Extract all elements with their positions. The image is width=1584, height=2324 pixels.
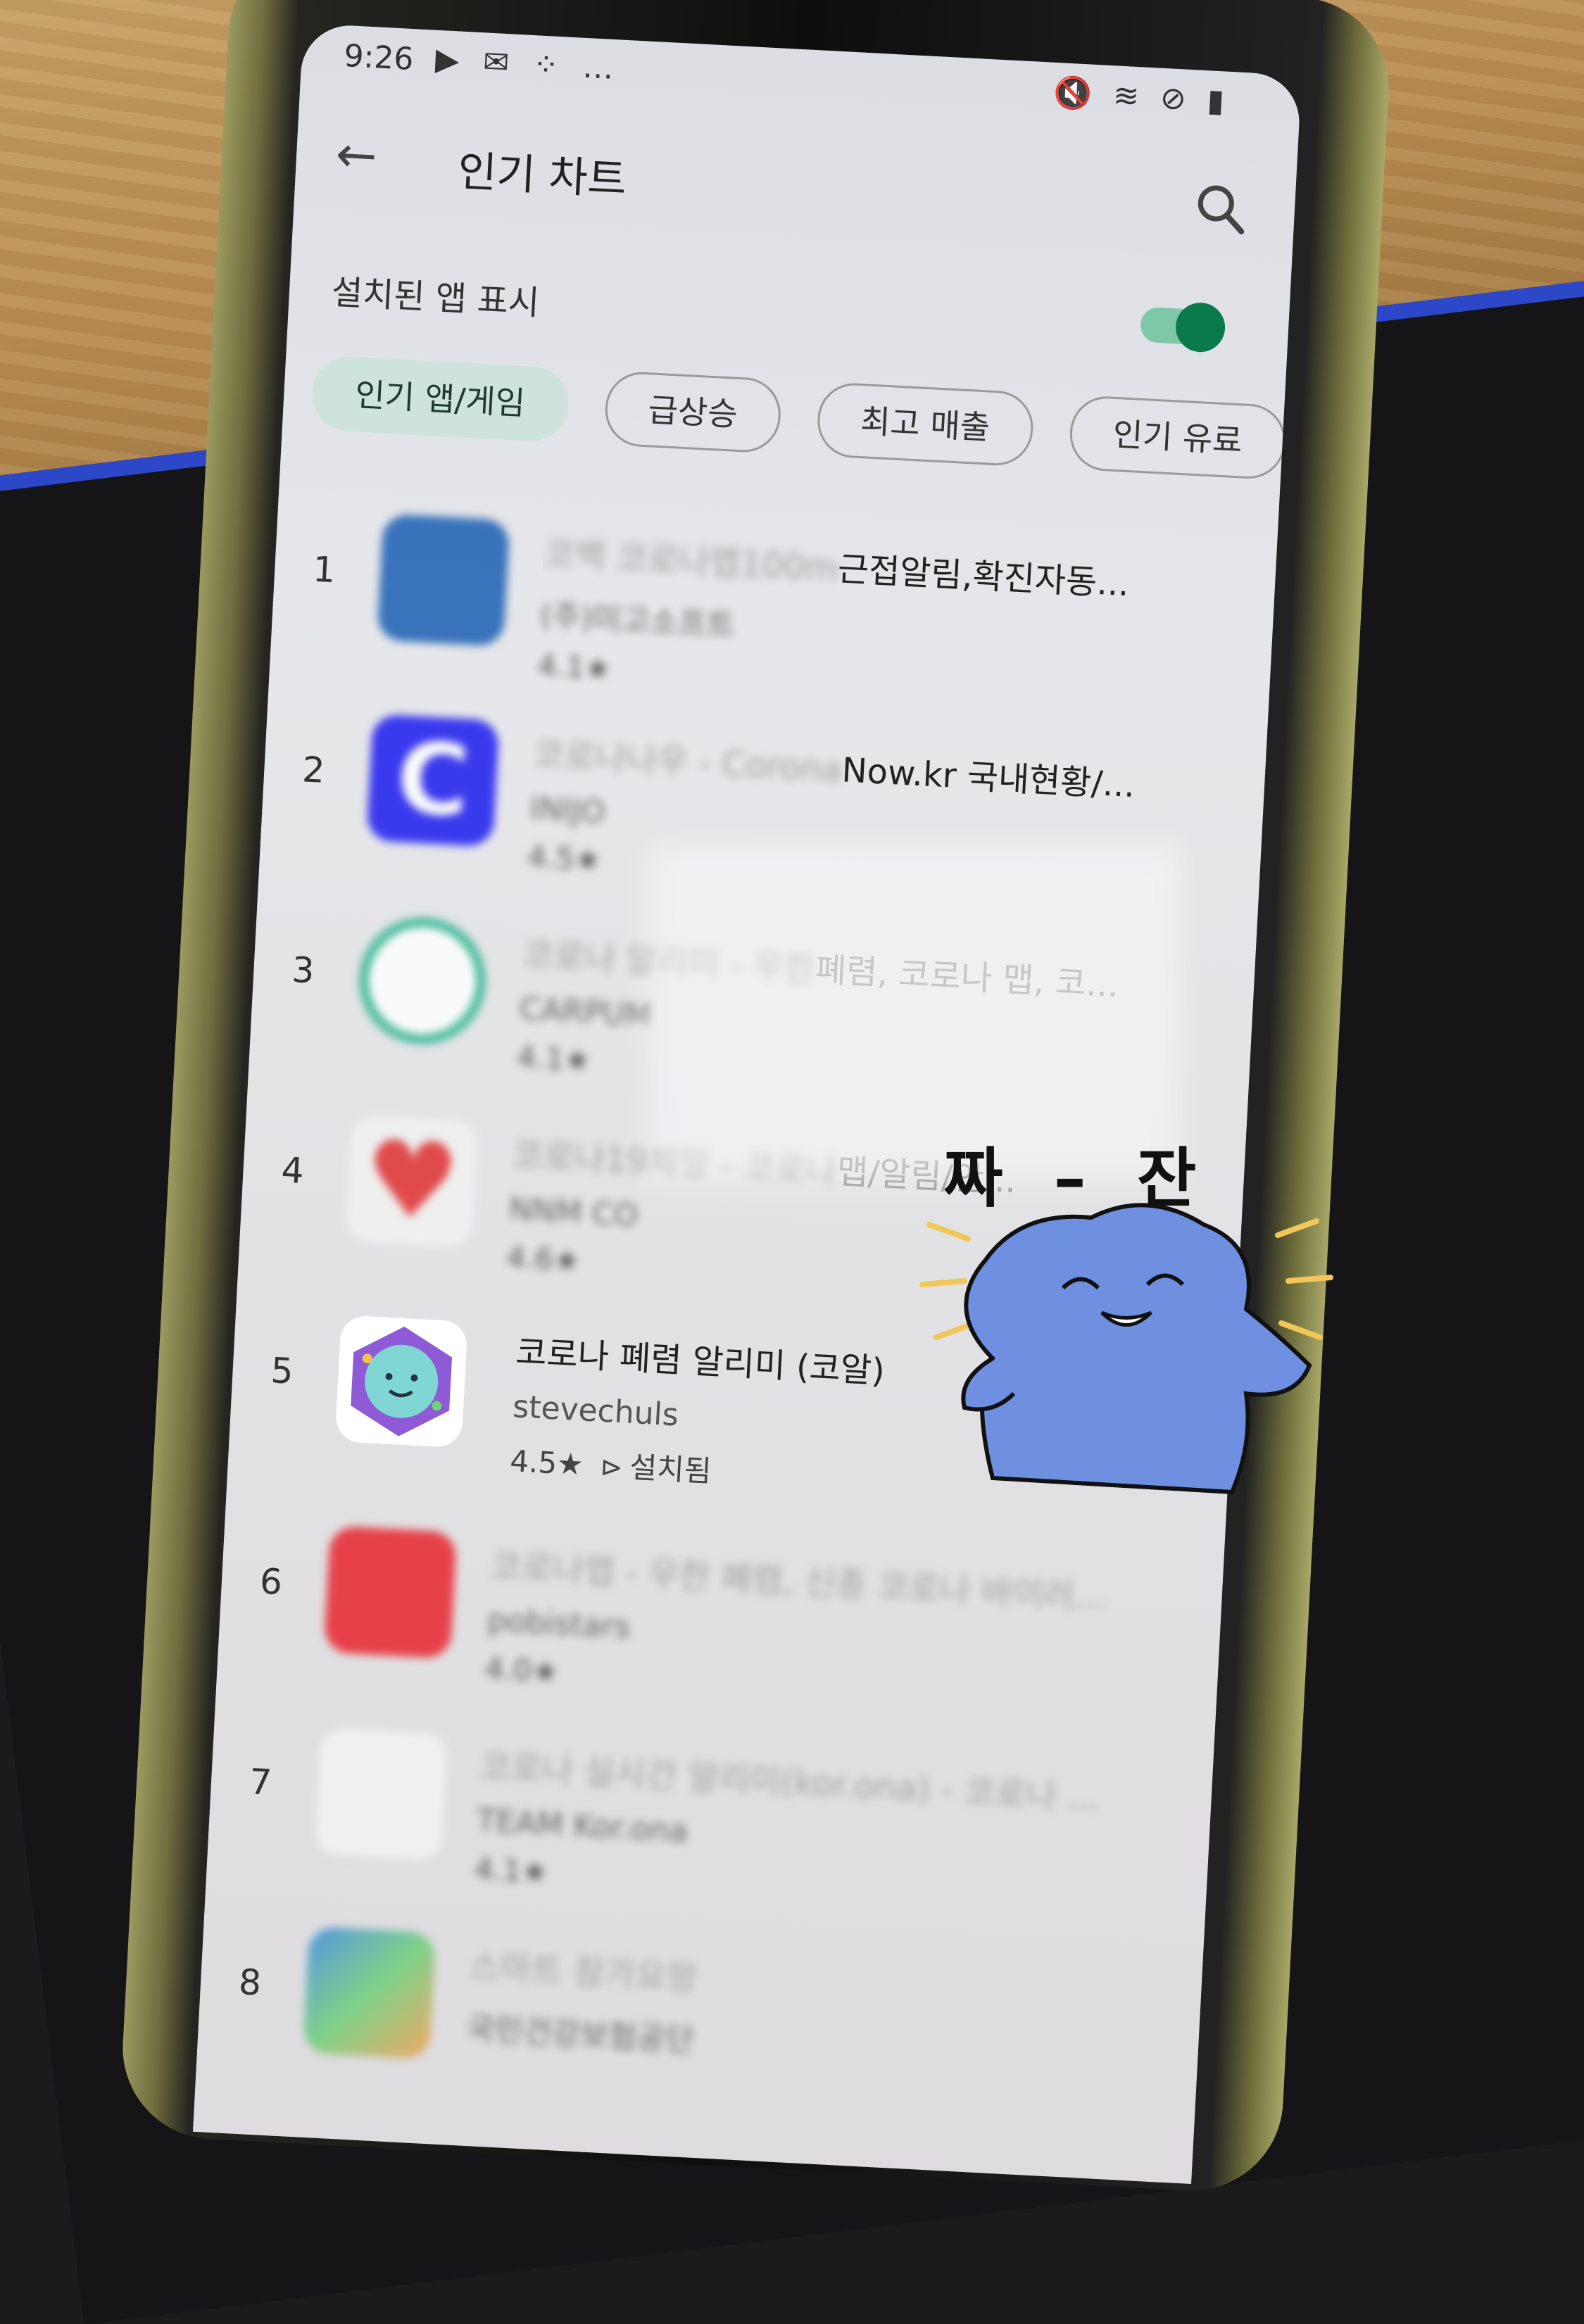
cartoon-sticker: 짜 – 잔	[915, 1126, 1366, 1520]
rank-number: 7	[248, 1761, 273, 1803]
arrow-left-icon[interactable]: ←	[323, 122, 390, 189]
app-name: Now.kr 국내현황/...	[841, 750, 1136, 806]
toggle-knob	[1174, 301, 1226, 353]
app-icon	[377, 513, 510, 647]
chip-trending[interactable]: 급상승	[603, 370, 783, 454]
show-installed-row: 설치된 앱 표시	[329, 251, 1247, 376]
rank-number: 3	[291, 949, 315, 992]
chip-top-paid[interactable]: 인기 유료	[1068, 394, 1288, 481]
app-icon	[323, 1525, 458, 1659]
rank-number: 5	[270, 1350, 295, 1392]
app-icon: C	[366, 714, 500, 847]
rank-number: 1	[311, 548, 337, 591]
installed-label: 설치됨	[629, 1449, 712, 1489]
phone-screen: 9:26 ▶ ✉ ⁘ … 🔇 ≋ ⊘ ▮ ← 인기 차트 설치된 앱 표시 인기…	[192, 23, 1302, 2185]
rank-number: 6	[258, 1560, 284, 1603]
app-icon	[356, 914, 489, 1048]
show-installed-toggle[interactable]	[1139, 301, 1226, 353]
chip-top-apps[interactable]: 인기 앱/게임	[310, 355, 570, 443]
page-title: 인기 차트	[456, 146, 628, 206]
system-status-icons: 🔇 ≋ ⊘ ▮	[1052, 74, 1231, 120]
app-icon	[303, 1926, 436, 2060]
status-time: 9:26	[343, 37, 415, 78]
show-installed-label: 설치된 앱 표시	[330, 272, 541, 323]
sticker-caption: 짜 – 잔	[943, 1141, 1211, 1216]
chip-top-grossing[interactable]: 최고 매출	[815, 381, 1035, 467]
rank-number: 8	[237, 1961, 263, 2004]
notification-icons: ▶ ✉ ⁘ …	[434, 41, 622, 87]
app-icon-letter: C	[394, 721, 472, 840]
heart-icon: ♥	[345, 1114, 479, 1248]
search-icon[interactable]	[1188, 175, 1255, 242]
app-icon	[313, 1726, 450, 1862]
rank-number: 4	[280, 1149, 306, 1192]
category-chips: 인기 앱/게임 급상승 최고 매출 인기 유료	[310, 355, 1302, 494]
rank-number: 2	[301, 749, 326, 791]
app-rating: 4.5★	[509, 1444, 585, 1482]
installed-icon: ⊳	[599, 1451, 624, 1484]
app-name-blurred: 코로나나우 - Corona	[532, 734, 843, 790]
virus-character-icon	[334, 1315, 468, 1448]
app-bar: ← 인기 차트	[294, 108, 1297, 251]
app-name: 근접알림,확진자동...	[836, 549, 1131, 605]
app-name-blurred: 코백 코로나맵100m	[542, 533, 839, 589]
